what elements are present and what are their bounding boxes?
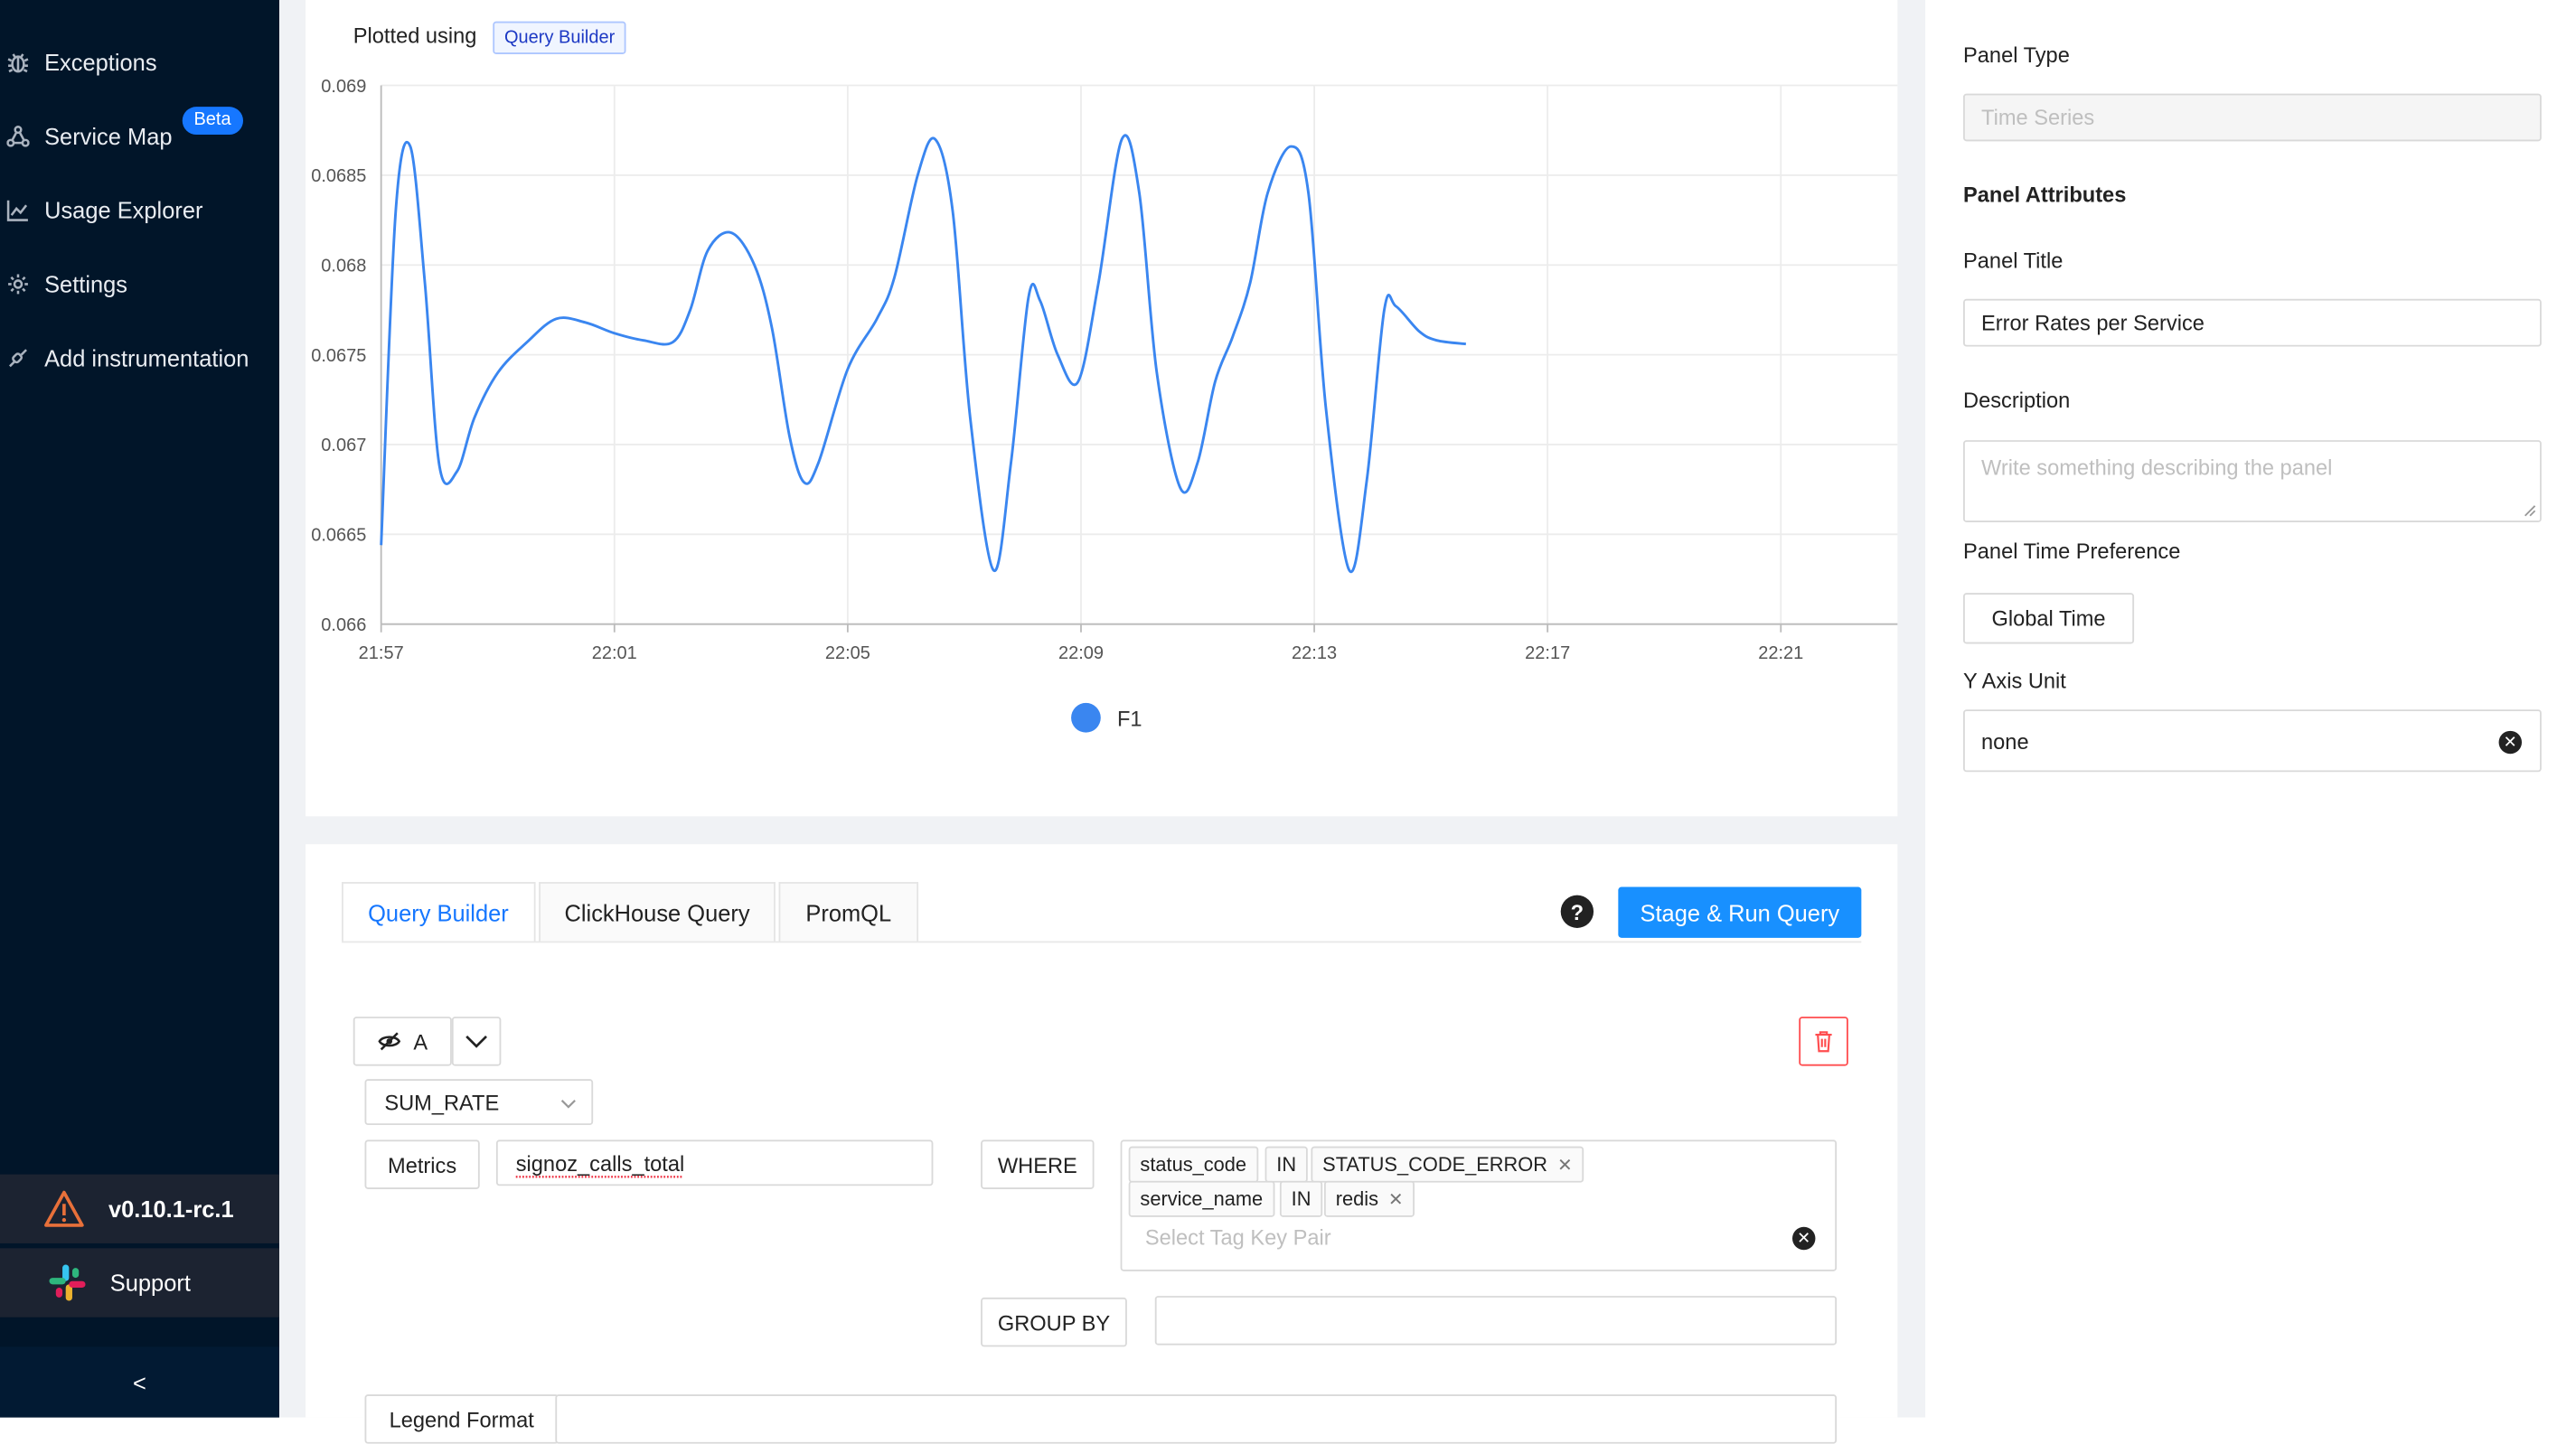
sidebar-item-label: Add instrumentation bbox=[44, 344, 249, 371]
where-label: WHERE bbox=[981, 1139, 1095, 1189]
slack-icon bbox=[49, 1264, 86, 1301]
legend-label: F1 bbox=[1116, 705, 1142, 730]
y-tick-label: 0.0685 bbox=[311, 166, 366, 186]
stage-run-query-button[interactable]: Stage & Run Query bbox=[1618, 886, 1862, 938]
tag-value-chip: STATUS_CODE_ERROR ✕ bbox=[1311, 1146, 1584, 1183]
query-visibility-toggle[interactable]: A bbox=[353, 1017, 452, 1066]
collapse-sidebar-button[interactable]: < bbox=[0, 1346, 279, 1418]
query-tabs: Query Builder ClickHouse Query PromQL bbox=[342, 882, 921, 942]
tag-key: service_name bbox=[1128, 1180, 1274, 1217]
tab-clickhouse-query[interactable]: ClickHouse Query bbox=[538, 882, 776, 942]
group-by-input[interactable] bbox=[1154, 1296, 1838, 1346]
remove-tag-icon[interactable]: ✕ bbox=[1388, 1188, 1404, 1210]
legend-dot bbox=[1071, 702, 1101, 733]
warning-icon bbox=[44, 1190, 84, 1227]
x-tick-label: 22:05 bbox=[825, 643, 870, 663]
y-tick-label: 0.0665 bbox=[311, 526, 366, 546]
panel-type-label: Panel Type bbox=[1963, 42, 2070, 68]
x-tick-label: 22:09 bbox=[1058, 643, 1104, 663]
panel-attributes-heading: Panel Attributes bbox=[1963, 182, 2127, 208]
time-preference-button[interactable]: Global Time bbox=[1963, 593, 2135, 644]
sidebar-item-settings[interactable]: Settings bbox=[0, 259, 127, 309]
sidebar-item-label: Exceptions bbox=[44, 49, 157, 76]
tag-operator: IN bbox=[1264, 1146, 1308, 1183]
metric-name-value: signoz_calls_total bbox=[515, 1150, 685, 1176]
sidebar-item-exceptions[interactable]: Exceptions bbox=[0, 38, 157, 88]
aggregation-select[interactable]: SUM_RATE bbox=[364, 1079, 594, 1126]
beta-badge: Beta bbox=[182, 107, 243, 136]
y-tick-label: 0.0675 bbox=[311, 346, 366, 366]
delete-icon bbox=[1815, 1031, 1832, 1053]
plotted-using-label: Plotted using bbox=[353, 23, 477, 48]
line-chart-icon bbox=[6, 199, 29, 221]
group-by-label: GROUP BY bbox=[981, 1297, 1127, 1347]
y-tick-label: 0.066 bbox=[321, 615, 366, 635]
resize-handle-icon[interactable] bbox=[2524, 504, 2537, 518]
tag-value-chip: redis ✕ bbox=[1323, 1180, 1415, 1217]
description-label: Description bbox=[1963, 387, 2071, 413]
query-collapse-button[interactable] bbox=[451, 1017, 502, 1066]
bug-icon bbox=[6, 51, 29, 73]
support-link[interactable]: Support bbox=[0, 1248, 279, 1317]
time-preference-label: Panel Time Preference bbox=[1963, 539, 2181, 564]
y-tick-label: 0.067 bbox=[321, 436, 366, 455]
tab-divider bbox=[342, 941, 1862, 943]
tag-value: redis bbox=[1335, 1187, 1378, 1211]
panel-title-input[interactable]: Error Rates per Service bbox=[1963, 298, 2542, 347]
delete-query-button[interactable] bbox=[1799, 1017, 1848, 1066]
metric-name-input[interactable]: signoz_calls_total bbox=[495, 1139, 934, 1186]
sidebar-item-service-map[interactable]: Service Map bbox=[0, 112, 173, 162]
sidebar-item-label: Service Map bbox=[44, 123, 173, 150]
eye-invisible-icon bbox=[377, 1032, 400, 1051]
legend-format-input[interactable] bbox=[555, 1394, 1838, 1444]
y-axis-unit-value: none bbox=[1981, 728, 2029, 754]
tag-placeholder: Select Tag Key Pair bbox=[1144, 1224, 1331, 1251]
support-text: Support bbox=[109, 1270, 191, 1297]
sidebar-item-add-instrumentation[interactable]: Add instrumentation bbox=[0, 333, 249, 383]
gear-icon bbox=[6, 273, 29, 295]
x-tick-label: 22:13 bbox=[1292, 643, 1337, 663]
series-line-F1 bbox=[380, 134, 1467, 574]
tag-operator: IN bbox=[1279, 1180, 1323, 1217]
sidebar-item-label: Settings bbox=[44, 270, 128, 297]
y-axis-unit-label: Y Axis Unit bbox=[1963, 668, 2066, 694]
remove-tag-icon[interactable]: ✕ bbox=[1557, 1154, 1573, 1176]
x-tick-label: 21:57 bbox=[359, 643, 404, 663]
panel-title-label: Panel Title bbox=[1963, 248, 2064, 273]
chart-legend[interactable]: F1 bbox=[1071, 702, 1142, 733]
metrics-label: Metrics bbox=[364, 1139, 480, 1189]
aggregation-value: SUM_RATE bbox=[384, 1089, 500, 1115]
deployment-icon bbox=[6, 125, 30, 147]
y-tick-label: 0.068 bbox=[321, 257, 366, 277]
sidebar-item-label: Usage Explorer bbox=[44, 197, 203, 224]
x-tick-label: 22:17 bbox=[1525, 643, 1570, 663]
chevron-down-icon bbox=[560, 1100, 576, 1109]
version-text: v0.10.1-rc.1 bbox=[108, 1196, 234, 1223]
x-tick-label: 22:01 bbox=[592, 643, 637, 663]
description-textarea[interactable]: Write something describing the panel bbox=[1963, 440, 2542, 522]
y-tick-label: 0.069 bbox=[321, 77, 366, 97]
tab-query-builder[interactable]: Query Builder bbox=[342, 882, 535, 942]
version-bar[interactable]: v0.10.1-rc.1 bbox=[0, 1174, 279, 1243]
tag-value: STATUS_CODE_ERROR bbox=[1322, 1152, 1548, 1177]
x-tick-label: 22:21 bbox=[1758, 643, 1803, 663]
api-icon bbox=[6, 347, 29, 370]
y-axis-unit-select[interactable]: none ✕ bbox=[1963, 709, 2542, 773]
legend-format-label: Legend Format bbox=[364, 1394, 559, 1444]
tag-key: status_code bbox=[1128, 1146, 1258, 1183]
clear-unit-icon[interactable]: ✕ bbox=[2498, 730, 2523, 755]
sidebar-item-usage-explorer[interactable]: Usage Explorer bbox=[0, 185, 202, 235]
clear-tags-icon[interactable]: ✕ bbox=[1792, 1226, 1816, 1251]
panel-type-select[interactable]: Time Series bbox=[1963, 93, 2542, 142]
chevron-down-icon bbox=[465, 1035, 487, 1048]
query-builder-tag: Query Builder bbox=[493, 21, 626, 54]
description-placeholder: Write something describing the panel bbox=[1981, 455, 2333, 480]
query-name: A bbox=[413, 1028, 428, 1054]
tab-promql[interactable]: PromQL bbox=[779, 882, 918, 942]
help-icon[interactable]: ? bbox=[1560, 895, 1594, 928]
time-series-chart: 0.069 0.0685 0.068 0.0675 0.067 0.0665 0.066 21… bbox=[311, 77, 1898, 663]
